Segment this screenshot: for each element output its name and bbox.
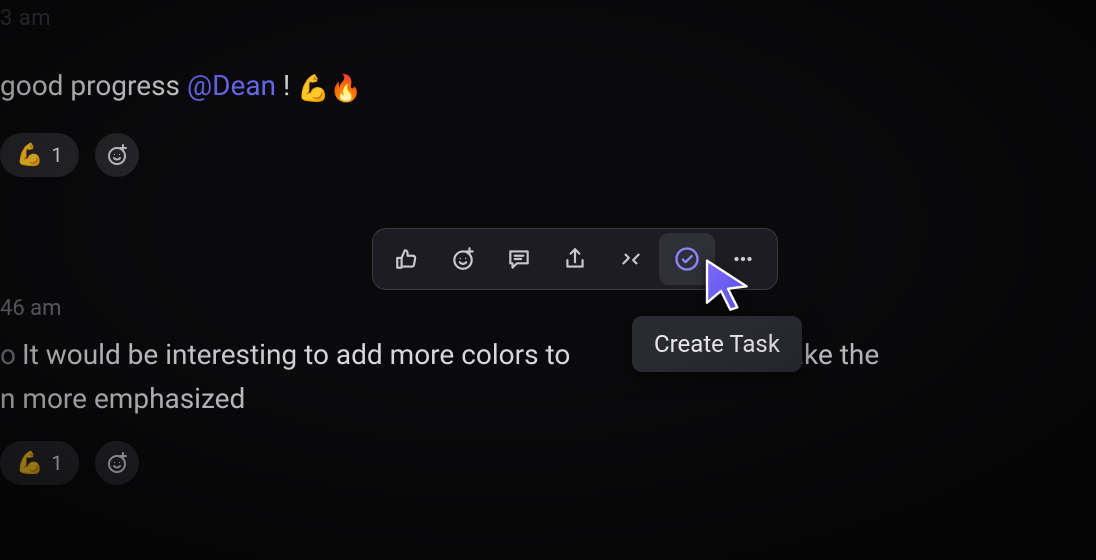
create-task-button[interactable]	[659, 233, 715, 285]
reaction-flex-2-count: 1	[51, 451, 62, 475]
create-task-tooltip: Create Task	[632, 316, 802, 372]
message-2-reactions: 💪 1	[0, 441, 879, 485]
message-1-text-before: good progress	[0, 69, 187, 102]
flex-emoji-icon: 💪	[16, 143, 43, 168]
message-1-timestamp: 3 am	[0, 6, 51, 31]
add-reaction-icon	[450, 246, 476, 272]
message-1: 3 am good progress @Dean ! 💪🔥 💪 1	[0, 66, 362, 177]
message-1-reactions: 💪 1	[0, 133, 362, 177]
reaction-flex-2[interactable]: 💪 1	[0, 441, 79, 485]
add-reaction-icon	[105, 143, 129, 167]
message-1-text-after: !	[276, 69, 290, 102]
more-actions-button[interactable]	[715, 233, 771, 285]
comment-icon	[506, 246, 532, 272]
like-button[interactable]	[379, 233, 435, 285]
more-icon	[730, 246, 756, 272]
message-2-prefix: o	[0, 338, 16, 371]
add-reaction-icon	[105, 451, 129, 475]
reaction-flex-count: 1	[51, 143, 62, 167]
message-1-text: good progress @Dean ! 💪🔥	[0, 66, 362, 109]
message-action-toolbar	[372, 228, 778, 290]
thumbs-up-icon	[394, 246, 420, 272]
create-task-icon	[673, 245, 701, 273]
add-reaction-button-2[interactable]	[95, 441, 139, 485]
mention-dean[interactable]: @Dean	[187, 69, 276, 102]
message-2-line2: n more emphasized	[0, 382, 245, 415]
forward-icon	[618, 246, 644, 272]
share-icon	[562, 246, 588, 272]
add-reaction-button[interactable]	[95, 133, 139, 177]
forward-button[interactable]	[603, 233, 659, 285]
reaction-flex[interactable]: 💪 1	[0, 133, 79, 177]
fire-emoji-inline: 🔥	[330, 74, 362, 104]
share-button[interactable]	[547, 233, 603, 285]
message-2-line1: It would be interesting to add more colo…	[22, 338, 570, 371]
chat-viewport: 3 am good progress @Dean ! 💪🔥 💪 1	[0, 0, 1096, 560]
flex-emoji-icon: 💪	[16, 451, 43, 476]
flex-emoji-inline: 💪	[297, 74, 329, 104]
react-button[interactable]	[435, 233, 491, 285]
reply-button[interactable]	[491, 233, 547, 285]
